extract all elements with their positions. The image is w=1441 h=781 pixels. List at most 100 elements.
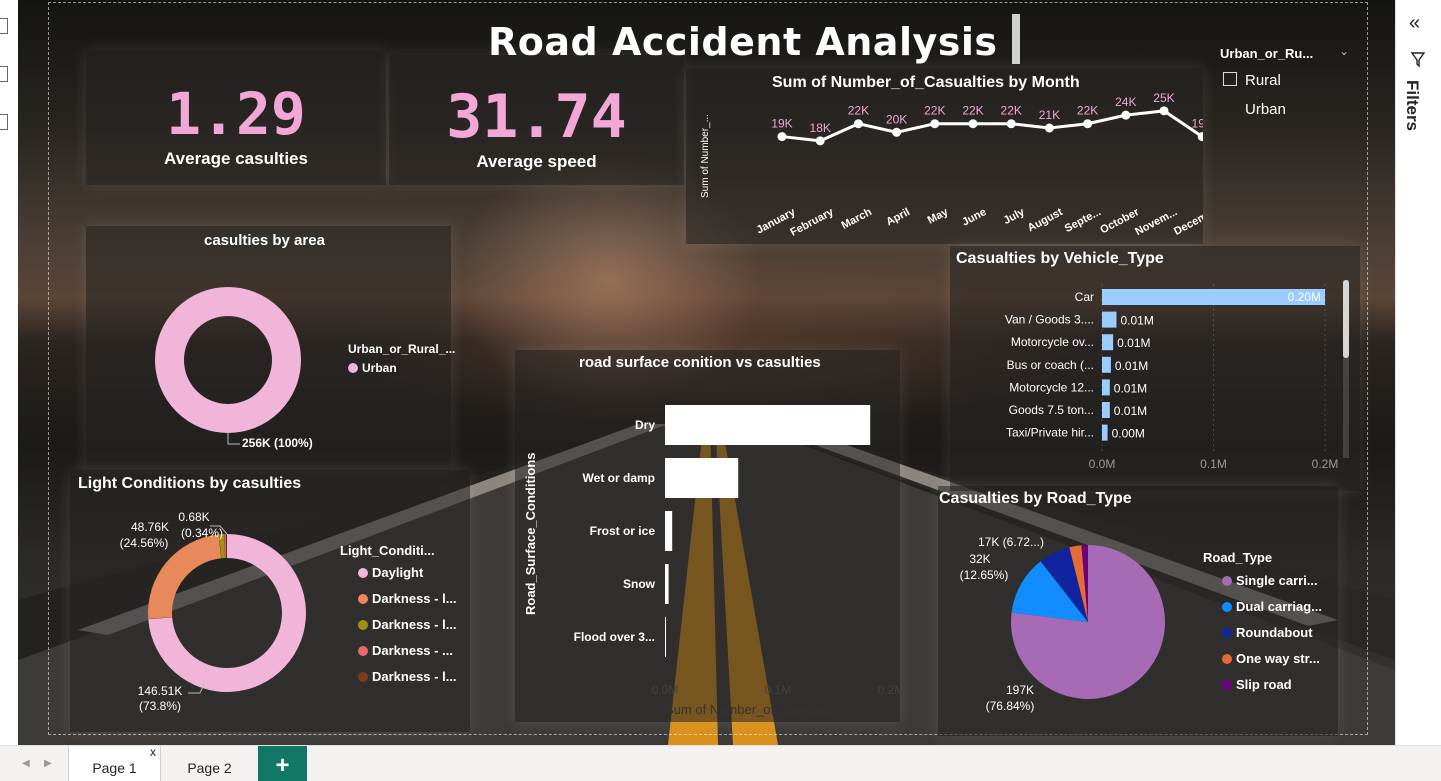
legend-item[interactable]: Dual carriag... bbox=[1222, 599, 1322, 614]
legend-dot bbox=[358, 620, 368, 630]
data-label: 0.00M bbox=[1112, 427, 1145, 441]
x-tick-label: March bbox=[840, 206, 874, 232]
close-tab-icon[interactable]: x bbox=[150, 730, 156, 774]
bar bbox=[1102, 356, 1111, 373]
kpi-value: 31.74 bbox=[446, 82, 627, 152]
x-tick-label: Septe... bbox=[1063, 206, 1103, 235]
legend-item[interactable]: Slip road bbox=[1222, 677, 1292, 692]
data-label: 146.51K bbox=[138, 684, 183, 698]
x-tick-label: July bbox=[1002, 206, 1028, 227]
filters-label[interactable]: Filters bbox=[1402, 80, 1422, 131]
x-tick-label: 0.0M bbox=[652, 683, 679, 697]
area-donut-chart[interactable]: casulties by area Urban_or_Rural_... Urb… bbox=[86, 226, 455, 471]
data-label: 32K bbox=[969, 552, 990, 566]
double-chevron-icon[interactable]: « bbox=[1409, 12, 1420, 35]
legend-item[interactable]: Darkness - l... bbox=[358, 669, 457, 684]
vehicle-type-plot: Car 0.20M Van / Goods 3.... 0.01M Motorcycle… bbox=[1005, 284, 1338, 471]
data-label: 22K bbox=[1001, 104, 1022, 118]
month-line-chart[interactable]: Sum of Number_of_Casualties by Month Sum… bbox=[686, 68, 1203, 244]
legend-item[interactable]: Single carri... bbox=[1222, 573, 1318, 588]
road-surface-bar-chart[interactable]: road surface conition vs casulties Road_… bbox=[515, 350, 900, 722]
legend-item[interactable]: Darkness - l... bbox=[358, 591, 457, 606]
legend-dot bbox=[358, 568, 368, 578]
data-label: 21K bbox=[1039, 108, 1060, 122]
y-tick-label: Van / Goods 3.... bbox=[1005, 313, 1094, 327]
report-app: Road Accident Analysis 1.29 Average casu… bbox=[0, 0, 1441, 781]
month-line-plot: 19KJanuary18KFebruary22KMarch20KApril22K… bbox=[755, 91, 1203, 239]
light-conditions-donut-chart[interactable]: Light Conditions by casulties 146.51K (73… bbox=[70, 470, 470, 732]
slicer-option-rural[interactable]: Rural bbox=[1245, 72, 1281, 89]
legend-label: Darkness - ... bbox=[372, 643, 453, 658]
bar bbox=[665, 564, 669, 604]
legend-item[interactable]: Darkness - ... bbox=[358, 643, 453, 658]
bar bbox=[1102, 379, 1110, 396]
tab-label: Page 2 bbox=[187, 760, 232, 776]
legend-label: Darkness - l... bbox=[372, 617, 457, 632]
y-tick-label: Flood over 3... bbox=[574, 630, 655, 644]
rural-checkbox[interactable] bbox=[1223, 72, 1237, 86]
kpi-value: 1.29 bbox=[166, 80, 306, 148]
y-tick-label: Taxi/Private hir... bbox=[1006, 426, 1094, 440]
kpi-card-average-casualties[interactable]: 1.29 Average casulties bbox=[86, 50, 386, 185]
legend-item[interactable]: Roundabout bbox=[1222, 625, 1313, 640]
kpi-label: Average speed bbox=[476, 152, 597, 171]
tab-page-2[interactable]: Page 2 bbox=[162, 746, 257, 781]
bar bbox=[1102, 311, 1117, 328]
table-view-icon[interactable] bbox=[0, 66, 8, 82]
y-tick-label: Motorcycle ov... bbox=[1011, 335, 1094, 349]
data-point bbox=[815, 136, 825, 146]
y-tick-label: Motorcycle 12... bbox=[1009, 380, 1094, 394]
data-label: 197K bbox=[1006, 683, 1034, 697]
legend-dot bbox=[358, 594, 368, 604]
data-label: 0.01M bbox=[1114, 404, 1147, 418]
chevron-down-icon[interactable]: ⌄ bbox=[1339, 44, 1349, 58]
data-label: 24K bbox=[1115, 95, 1136, 109]
legend-item[interactable]: Darkness - l... bbox=[358, 617, 457, 632]
legend-item-urban[interactable]: Urban bbox=[348, 361, 397, 375]
y-tick-label: Frost or ice bbox=[590, 524, 656, 538]
data-label: 0.01M bbox=[1117, 336, 1150, 350]
legend-dot bbox=[358, 672, 368, 682]
legend-item[interactable]: Daylight bbox=[358, 565, 423, 580]
legend-dot bbox=[1222, 680, 1232, 690]
data-label: (73.8%) bbox=[139, 699, 181, 713]
legend-dot bbox=[1222, 628, 1232, 638]
x-tick-label: May bbox=[926, 206, 951, 227]
data-label: 25K bbox=[1153, 91, 1174, 105]
next-page-icon[interactable]: ▶ bbox=[44, 758, 52, 769]
add-page-button[interactable]: + bbox=[258, 746, 307, 781]
data-label: 0.20M bbox=[1288, 290, 1321, 304]
data-label: (0.34%) bbox=[181, 526, 223, 540]
bar bbox=[1102, 424, 1108, 441]
vehicle-type-bar-chart[interactable]: Casualties by Vehicle_Type Car 0.20M Van /… bbox=[950, 246, 1360, 491]
report-view-icon[interactable] bbox=[0, 18, 8, 34]
bar bbox=[665, 617, 666, 657]
legend-label: Single carri... bbox=[1236, 573, 1318, 588]
x-tick-label: Decem... bbox=[1172, 206, 1203, 238]
leader-line bbox=[227, 433, 240, 445]
y-tick-label: Car bbox=[1075, 290, 1094, 304]
slicer-option-urban[interactable]: Urban bbox=[1245, 101, 1286, 118]
filters-pane-collapsed[interactable]: « Filters bbox=[1395, 0, 1441, 745]
data-point bbox=[930, 119, 940, 129]
road-surface-plot: Dry Wet or damp Frost or ice Snow Flood over… bbox=[574, 405, 900, 697]
scrollbar-thumb[interactable] bbox=[1343, 280, 1349, 358]
tab-page-1[interactable]: Page 1 x bbox=[68, 745, 161, 781]
legend-label: Daylight bbox=[372, 565, 424, 580]
legend-label: One way str... bbox=[1236, 651, 1320, 666]
data-point bbox=[853, 119, 863, 129]
data-label: 0.01M bbox=[1115, 359, 1148, 373]
legend-item[interactable]: One way str... bbox=[1222, 651, 1320, 666]
page-tab-bar: ◀ ▶ Page 1 x Page 2 + bbox=[0, 745, 1441, 781]
previous-page-icon[interactable]: ◀ bbox=[22, 758, 30, 769]
road-type-pie-chart[interactable]: Casualties by Road_Type 197K (76.84%) 32K(… bbox=[938, 486, 1338, 736]
x-tick-label: 0.2M bbox=[878, 683, 900, 697]
legend-label: Darkness - l... bbox=[372, 591, 457, 606]
data-label: 48.76K bbox=[131, 520, 169, 534]
data-point bbox=[892, 127, 902, 137]
kpi-card-average-speed[interactable]: 31.74 Average speed bbox=[389, 55, 684, 185]
model-view-icon[interactable] bbox=[0, 114, 8, 130]
donut-slice-urban bbox=[155, 287, 301, 433]
area-type-slicer[interactable]: Urban_or_Ru... ⌄ Rural Urban bbox=[1220, 38, 1373, 138]
legend-dot bbox=[348, 363, 358, 373]
